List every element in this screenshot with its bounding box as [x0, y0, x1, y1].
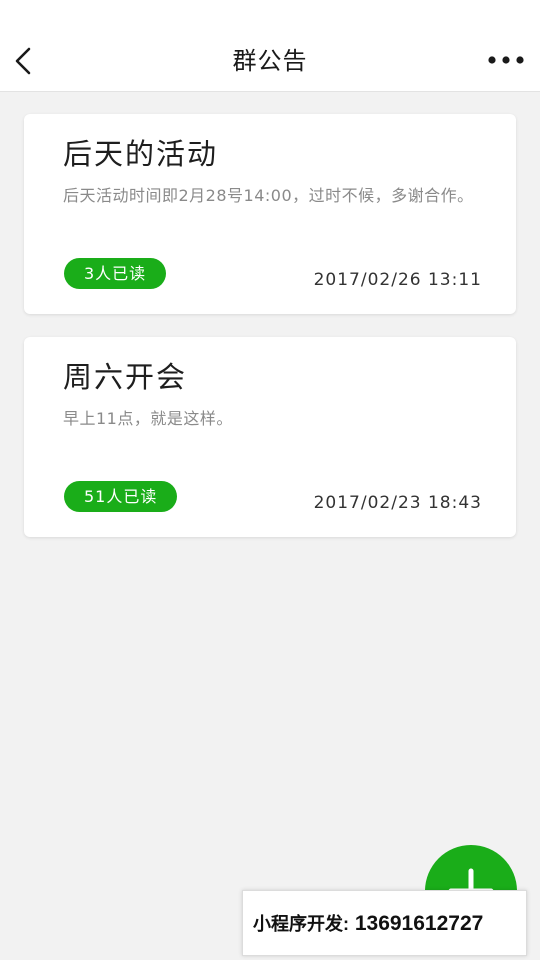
page-title: 群公告: [232, 47, 308, 75]
watermark-phone: 13691612727: [354, 912, 484, 935]
read-count-badge[interactable]: 51人已读: [64, 481, 178, 512]
announcement-card[interactable]: 后天的活动 后天活动时间即2月28号14:00，过时不候，多谢合作。 3人已读 …: [24, 114, 516, 314]
announcement-timestamp: 2017/02/23 18:43: [313, 493, 482, 513]
announcement-card[interactable]: 周六开会 早上11点，就是这样。 51人已读 2017/02/23 18:43: [24, 337, 516, 537]
announcement-body: 早上11点，就是这样。: [63, 409, 233, 428]
announcement-body: 后天活动时间即2月28号14:00，过时不候，多谢合作。: [63, 186, 474, 205]
more-dots-icon: [488, 56, 524, 64]
watermark-text: 小程序开发: 13691612727: [253, 911, 483, 937]
navigation-bar: 群公告: [0, 0, 540, 92]
watermark-label: 小程序开发:: [253, 914, 349, 934]
more-button[interactable]: [486, 50, 526, 70]
watermark-banner: 小程序开发: 13691612727: [242, 890, 527, 956]
announcement-title: 周六开会: [63, 360, 188, 394]
announcement-timestamp: 2017/02/26 13:11: [313, 270, 482, 290]
read-count-badge[interactable]: 3人已读: [64, 258, 167, 289]
announcement-title: 后天的活动: [63, 137, 219, 171]
